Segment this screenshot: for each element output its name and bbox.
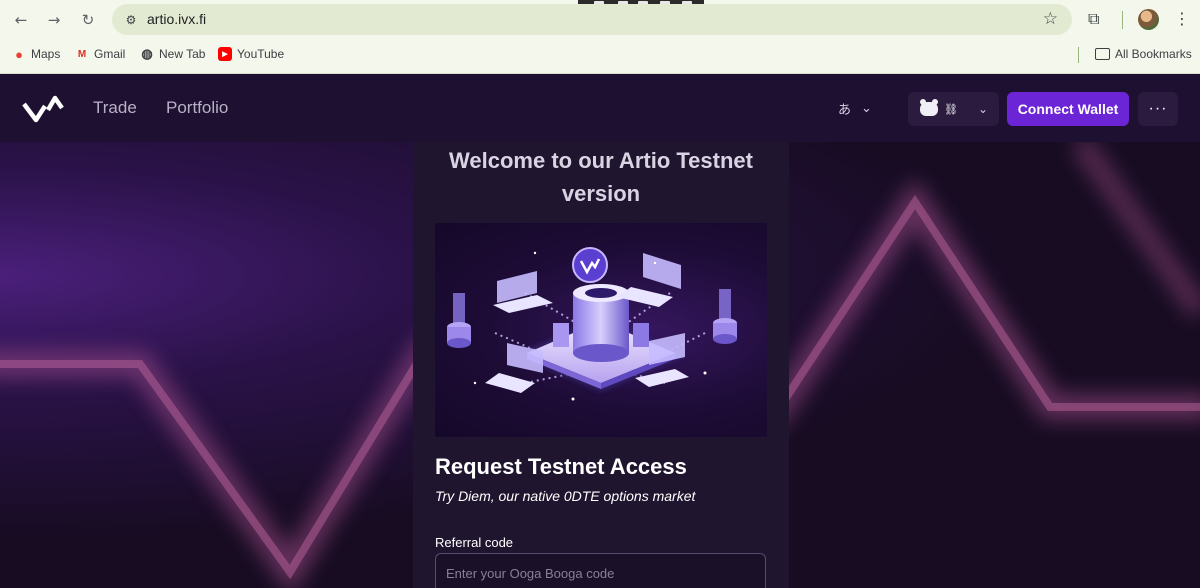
bookmark-youtube[interactable]: ▶ YouTube xyxy=(218,47,284,61)
network-badge-icon: ⛓ xyxy=(944,102,958,116)
nav-portfolio[interactable]: Portfolio xyxy=(166,98,228,118)
bookmark-label: Gmail xyxy=(94,47,126,61)
connect-wallet-button[interactable]: Connect Wallet xyxy=(1007,92,1129,126)
all-bookmarks[interactable]: All Bookmarks xyxy=(1095,47,1192,61)
hero-illustration xyxy=(435,223,767,437)
all-bookmarks-label: All Bookmarks xyxy=(1115,47,1192,61)
browser-toolbar: ← → ↻ ⚙ artio.ivx.fi ☆ ⧉ ⋮ xyxy=(0,0,1200,40)
address-bar[interactable]: ⚙ artio.ivx.fi ☆ xyxy=(112,4,1072,35)
reload-icon[interactable]: ↻ xyxy=(77,9,99,31)
bookmark-maps[interactable]: ● Maps xyxy=(12,46,61,62)
referral-code-label: Referral code xyxy=(435,535,514,550)
back-icon[interactable]: ← xyxy=(10,9,32,31)
forward-icon[interactable]: → xyxy=(43,9,65,31)
bookmark-new-tab[interactable]: ◍ New Tab xyxy=(140,46,206,61)
language-icon: あ xyxy=(838,102,852,118)
app-header: Trade Portfolio あ ⌄ ⛓ ⌄ Connect Wallet ·… xyxy=(0,74,1200,142)
isometric-platform-image xyxy=(447,247,737,401)
testnet-modal: Welcome to our Artio Testnet version Req… xyxy=(413,142,789,588)
chevron-down-icon: ⌄ xyxy=(861,100,872,116)
network-selector[interactable]: ⛓ ⌄ xyxy=(908,92,999,126)
modal-title: Welcome to our Artio Testnet version xyxy=(449,148,753,206)
site-settings-icon[interactable]: ⚙ xyxy=(122,11,140,29)
request-access-title: Request Testnet Access xyxy=(435,454,687,479)
bookmark-gmail[interactable]: M Gmail xyxy=(75,47,126,61)
bookmark-label: New Tab xyxy=(159,47,206,61)
bookmark-star-icon[interactable]: ☆ xyxy=(1043,9,1058,29)
browser-chrome: ← → ↻ ⚙ artio.ivx.fi ☆ ⧉ ⋮ ● Maps M Gmai… xyxy=(0,0,1200,74)
bera-chain-icon xyxy=(920,99,938,116)
youtube-icon: ▶ xyxy=(218,47,232,61)
toolbar-divider xyxy=(1122,11,1123,29)
extensions-icon[interactable]: ⧉ xyxy=(1088,9,1099,29)
language-selector[interactable]: あ ⌄ xyxy=(838,94,884,122)
request-access-subtitle: Try Diem, our native 0DTE options market xyxy=(435,488,696,504)
referral-code-input[interactable] xyxy=(435,553,766,588)
gmail-icon: M xyxy=(77,48,87,60)
bookmarks-divider xyxy=(1078,47,1079,63)
globe-icon: ◍ xyxy=(141,46,153,61)
more-options-button[interactable]: ··· xyxy=(1138,92,1178,126)
ivx-logo[interactable] xyxy=(22,92,64,124)
bookmarks-bar: ● Maps M Gmail ◍ New Tab ▶ YouTube All B… xyxy=(0,43,1200,67)
folder-icon xyxy=(1095,48,1110,60)
chevron-down-icon: ⌄ xyxy=(977,102,989,116)
nav-trade[interactable]: Trade xyxy=(93,98,137,118)
maps-icon: ● xyxy=(15,46,23,62)
bookmark-label: Maps xyxy=(31,47,61,61)
profile-avatar[interactable] xyxy=(1138,9,1159,30)
bookmark-label: YouTube xyxy=(237,47,285,61)
browser-menu-icon[interactable]: ⋮ xyxy=(1174,9,1190,28)
address-url[interactable]: artio.ivx.fi xyxy=(147,11,206,27)
